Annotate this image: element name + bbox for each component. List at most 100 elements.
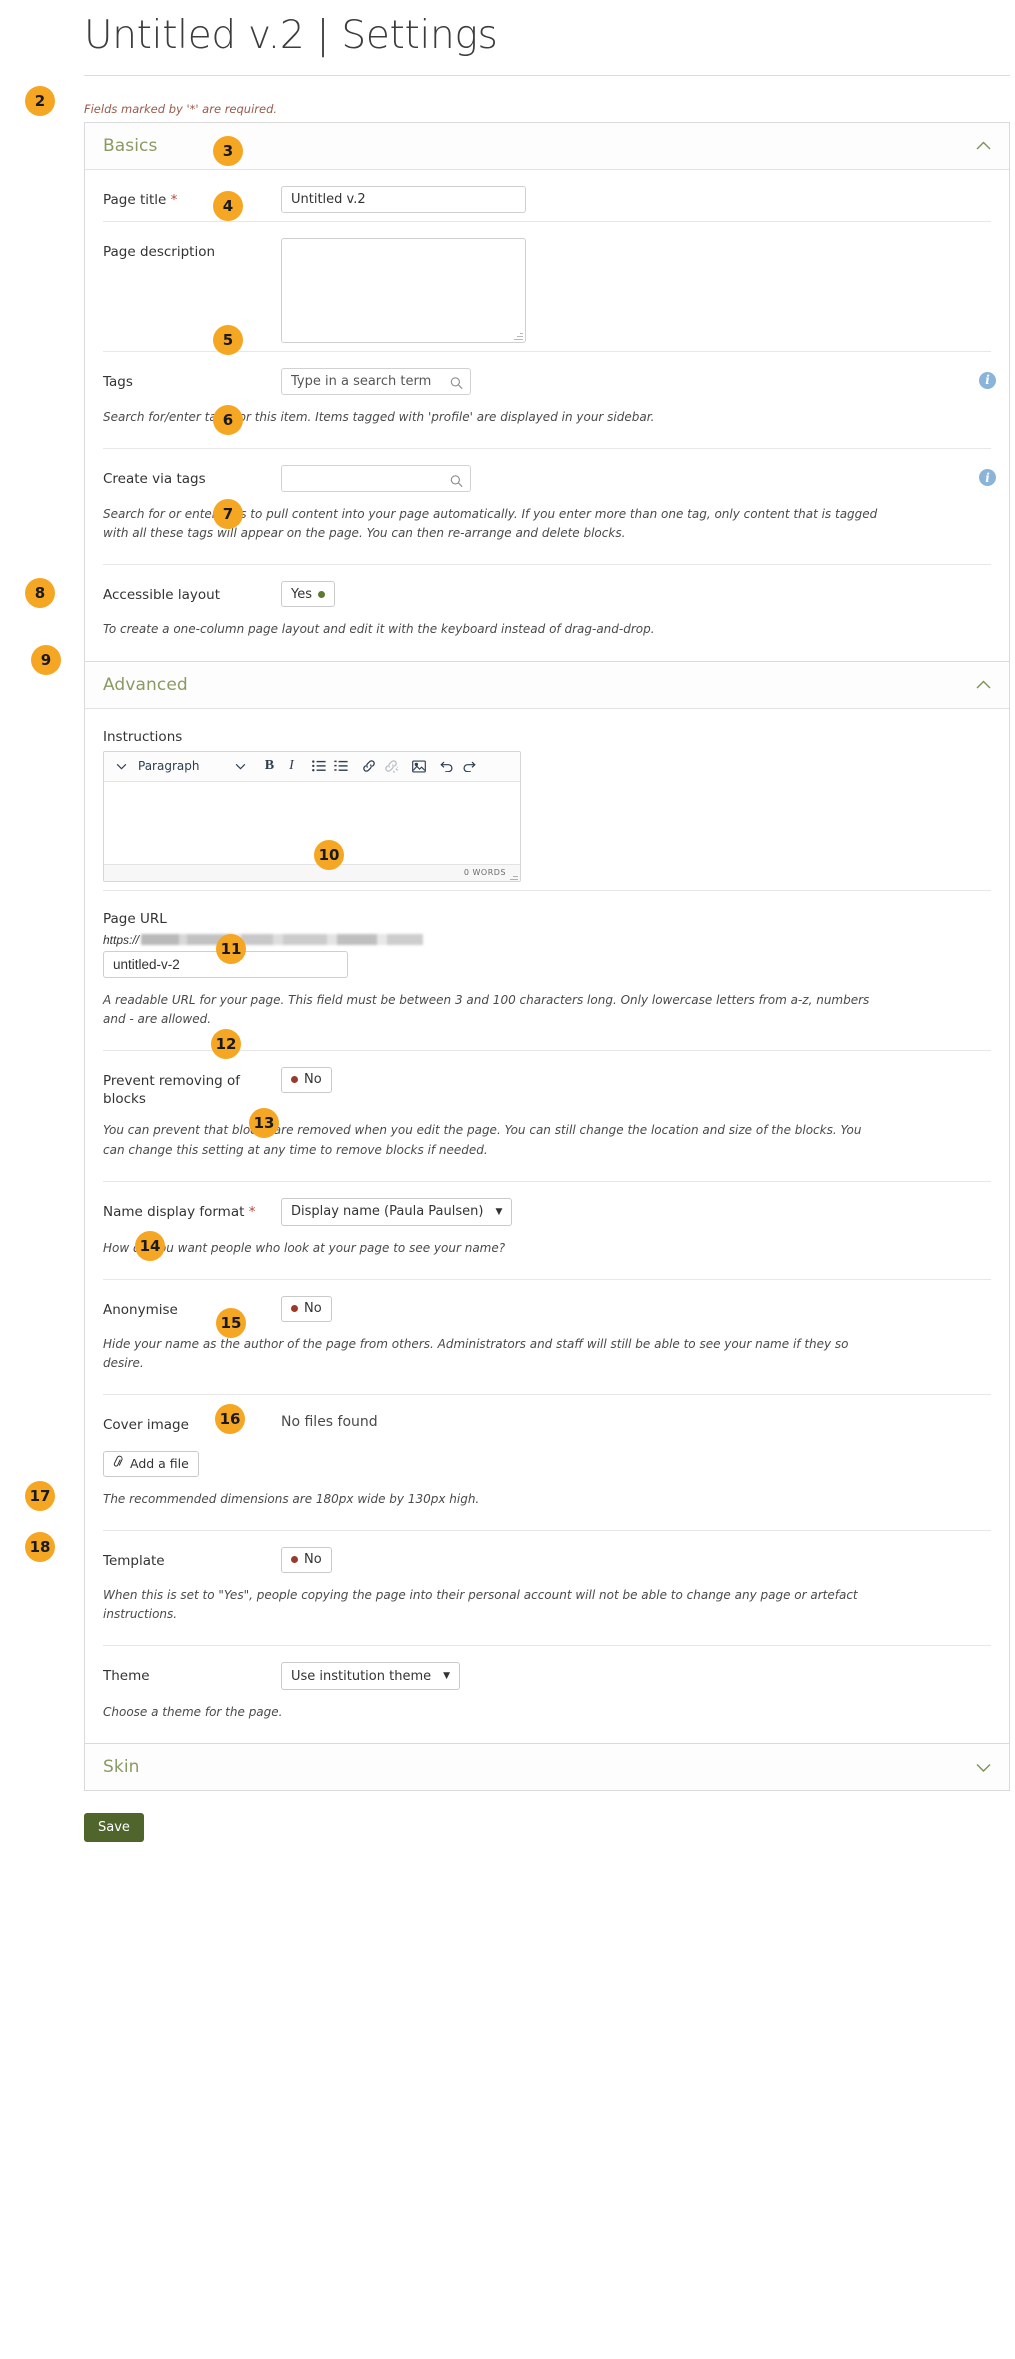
anonymise-toggle[interactable]: No xyxy=(281,1295,332,1322)
resize-grip-icon[interactable] xyxy=(509,871,518,880)
advanced-panel-body: Instructions Paragraph B I 0 WORDS Page … xyxy=(85,709,1009,1744)
accessible-layout-toggle[interactable]: Yes xyxy=(281,581,335,608)
title-divider xyxy=(84,74,1010,76)
accessible-layout-label: Accessible layout xyxy=(103,587,221,604)
callout-badge-3: 3 xyxy=(213,136,243,166)
toggle-status-dot-icon xyxy=(291,1305,298,1313)
editor-toolbar: Paragraph B I xyxy=(104,751,520,782)
info-icon[interactable]: i xyxy=(979,371,996,389)
word-count: 0 WORDS xyxy=(463,868,506,878)
bold-icon[interactable]: B xyxy=(258,753,280,779)
tags-label: Tags xyxy=(103,373,133,390)
page-url-prefix: https:// xyxy=(103,932,140,947)
instructions-editor: Paragraph B I 0 WORDS xyxy=(103,750,521,882)
image-icon[interactable] xyxy=(408,753,430,779)
callout-badge-2: 2 xyxy=(25,86,55,116)
bullet-list-icon[interactable] xyxy=(308,753,330,779)
prevent-removing-blocks-value: No xyxy=(304,1072,322,1088)
resize-grip-icon[interactable] xyxy=(514,331,523,340)
callout-badge-11: 11 xyxy=(216,934,246,964)
italic-icon[interactable]: I xyxy=(280,753,302,779)
chevron-up-icon[interactable] xyxy=(976,138,991,153)
anonymise-label: Anonymise xyxy=(103,1301,178,1318)
skin-panel-title: Skin xyxy=(103,1757,140,1778)
advanced-panel-header[interactable]: Advanced xyxy=(85,661,1009,709)
prevent-removing-blocks-toggle[interactable]: No xyxy=(281,1066,332,1093)
theme-label: Theme xyxy=(103,1668,150,1685)
cover-image-label: Cover image xyxy=(103,1417,189,1434)
name-display-format-label-text: Name display format xyxy=(103,1203,245,1220)
field-template: Template No When this is set to "Yes", p… xyxy=(103,1529,991,1645)
accessible-layout-help: To create a one-column page layout and e… xyxy=(103,622,655,637)
skin-panel: Skin xyxy=(84,1744,1010,1792)
template-value: No xyxy=(304,1552,322,1568)
search-icon[interactable] xyxy=(450,375,463,390)
template-toggle[interactable]: No xyxy=(281,1546,332,1573)
theme-help: Choose a theme for the page. xyxy=(103,1705,283,1720)
cover-image-help: The recommended dimensions are 180px wid… xyxy=(103,1491,480,1506)
callout-badge-5: 5 xyxy=(213,325,243,355)
callout-badge-10: 10 xyxy=(314,840,344,870)
form-actions: Save xyxy=(84,1813,1015,1868)
advanced-panel: Advanced Instructions Paragraph B I 0 WO… xyxy=(84,661,1010,1745)
name-display-format-value: Display name (Paula Paulsen) xyxy=(291,1204,484,1220)
redo-icon[interactable] xyxy=(458,753,480,779)
name-display-format-label: Name display format * xyxy=(103,1198,281,1221)
chevron-down-icon[interactable] xyxy=(110,753,132,779)
instructions-editor-body[interactable] xyxy=(104,781,520,864)
chevron-down-icon xyxy=(236,763,246,770)
callout-badge-15: 15 xyxy=(216,1308,246,1338)
advanced-panel-title: Advanced xyxy=(103,674,188,695)
unlink-icon[interactable] xyxy=(380,753,402,779)
page-description-label: Page description xyxy=(103,243,216,260)
add-a-file-label: Add a file xyxy=(130,1456,189,1472)
field-prevent-removing-blocks: Prevent removing of blocks No You can pr… xyxy=(103,1049,991,1181)
required-asterisk: * xyxy=(170,191,178,208)
anonymise-help: Hide your name as the author of the page… xyxy=(103,1336,849,1371)
name-display-format-select[interactable]: Display name (Paula Paulsen) ▼ xyxy=(281,1197,513,1226)
add-a-file-button[interactable]: Add a file xyxy=(103,1450,199,1477)
callout-badge-9: 9 xyxy=(31,645,61,675)
caret-down-icon: ▼ xyxy=(443,1671,451,1682)
save-button[interactable]: Save xyxy=(84,1813,144,1843)
search-icon[interactable] xyxy=(450,472,463,487)
block-format-label: Paragraph xyxy=(138,759,200,774)
block-format-dropdown[interactable]: Paragraph xyxy=(132,759,252,773)
prevent-removing-blocks-label: Prevent removing of blocks xyxy=(103,1072,241,1108)
field-name-display-format: Name display format * Display name (Paul… xyxy=(103,1180,991,1279)
tags-search-wrap xyxy=(281,367,471,395)
undo-icon[interactable] xyxy=(436,753,458,779)
toggle-status-dot-icon xyxy=(291,1556,298,1564)
callout-badge-17: 17 xyxy=(25,1481,55,1511)
page-description-textarea[interactable] xyxy=(281,237,526,343)
page-title-input[interactable] xyxy=(281,185,526,213)
toggle-status-dot-icon xyxy=(291,1076,298,1084)
link-icon[interactable] xyxy=(358,753,380,779)
page-header: Untitled v.2 | Settings xyxy=(0,0,1015,75)
accessible-layout-value: Yes xyxy=(291,586,312,602)
theme-select[interactable]: Use institution theme ▼ xyxy=(281,1662,461,1691)
callout-badge-14: 14 xyxy=(135,1231,165,1261)
page-url-help: A readable URL for your page. This field… xyxy=(103,992,870,1026)
tags-input[interactable] xyxy=(281,367,471,395)
caret-down-icon: ▼ xyxy=(495,1206,503,1217)
numbered-list-icon[interactable] xyxy=(330,753,352,779)
create-via-tags-label: Create via tags xyxy=(103,471,206,488)
callout-badge-6: 6 xyxy=(213,405,243,435)
cover-image-status: No files found xyxy=(281,1414,378,1431)
callout-badge-8: 8 xyxy=(25,578,55,608)
toggle-status-dot-icon xyxy=(318,590,325,598)
create-via-tags-input[interactable] xyxy=(281,465,471,493)
chevron-down-icon[interactable] xyxy=(976,1760,991,1775)
field-accessible-layout: Accessible layout Yes To create a one-co… xyxy=(103,564,991,660)
field-tags: Tags i Search for/enter tags for this it… xyxy=(103,350,996,448)
create-via-tags-search-wrap xyxy=(281,465,471,493)
info-icon[interactable]: i xyxy=(979,469,996,487)
field-page-url: Page URL https:// A readable URL for you… xyxy=(103,889,991,1050)
template-label: Template xyxy=(103,1552,165,1569)
skin-panel-header[interactable]: Skin xyxy=(85,1744,1009,1791)
required-fields-note: Fields marked by '*' are required. xyxy=(84,101,278,116)
editor-footer: 0 WORDS xyxy=(104,863,520,881)
chevron-up-icon[interactable] xyxy=(976,677,991,692)
instructions-label: Instructions xyxy=(103,728,183,745)
